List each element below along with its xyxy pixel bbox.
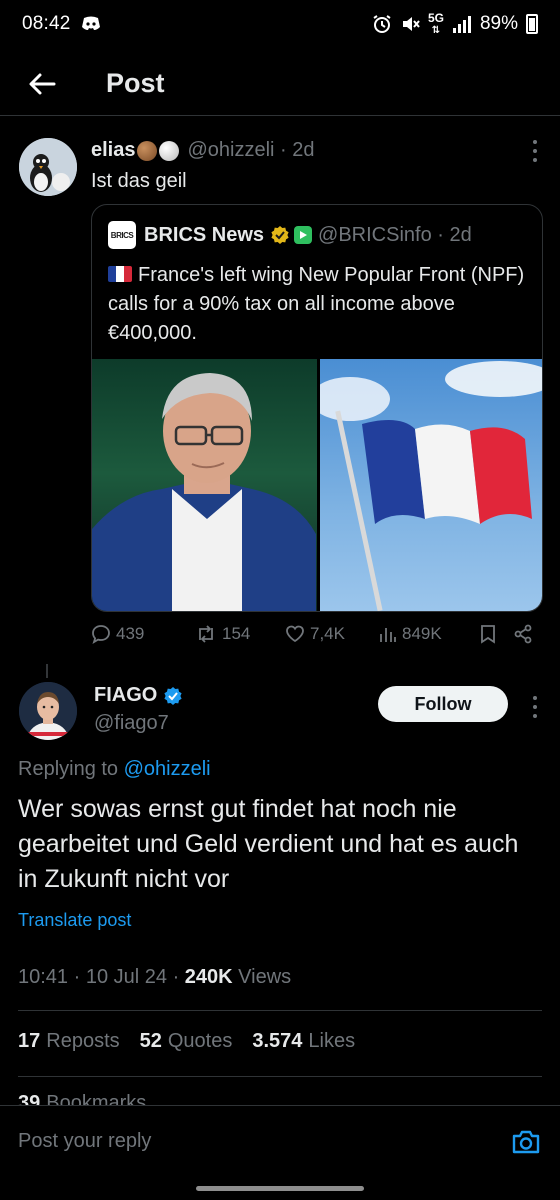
quoted-author-handle: @BRICSinfo: [318, 223, 432, 246]
thread-connector-line: [46, 664, 48, 678]
follow-button[interactable]: Follow: [378, 686, 508, 722]
top-app-bar: Post: [0, 52, 560, 116]
author-handle[interactable]: @fiago7: [94, 712, 169, 735]
divider: [18, 1076, 542, 1077]
more-options-icon[interactable]: [532, 140, 538, 162]
author-row: elias @ohizzeli · 2d: [91, 139, 315, 162]
page-title: Post: [106, 68, 165, 98]
separator-dot: ·: [73, 966, 86, 988]
back-arrow-icon[interactable]: [26, 68, 58, 100]
brics-logo-text: BRICS: [110, 230, 134, 240]
replying-to-mention[interactable]: @ohizzeli: [124, 758, 211, 780]
repost-action[interactable]: 154: [169, 624, 281, 644]
avatar[interactable]: [19, 682, 77, 740]
views-label: Views: [238, 966, 292, 988]
views-count: 849K: [402, 624, 442, 643]
engagement-stats: 17 Reposts 52 Quotes 3.574 Likes: [18, 1030, 355, 1053]
translate-post-link[interactable]: Translate post: [18, 910, 131, 931]
repost-icon: [199, 625, 213, 643]
quoted-author-name: BRICS News: [144, 223, 265, 246]
signal-icon: [452, 16, 471, 33]
heart-icon: [286, 625, 304, 643]
french-flag-photo[interactable]: [319, 359, 542, 611]
post-date: 10 Jul 24: [85, 966, 168, 988]
author-handle[interactable]: @ohizzeli: [187, 139, 274, 162]
discord-icon: [81, 16, 100, 30]
replying-to-line: Replying to @ohizzeli: [18, 758, 211, 781]
views-count: 240K: [184, 966, 233, 988]
bookmarks-stat[interactable]: 39 Bookmarks: [18, 1092, 146, 1106]
reposts-count: 17: [18, 1030, 41, 1052]
quoted-media: [92, 359, 542, 611]
white-ball-emoji: [159, 140, 180, 161]
home-indicator[interactable]: [196, 1186, 364, 1191]
share-icon[interactable]: [513, 624, 533, 644]
views-action[interactable]: 849K: [373, 624, 473, 644]
separator-dot: ·: [274, 139, 293, 161]
battery-percent: 89%: [479, 13, 518, 34]
replying-to-label: Replying to: [18, 758, 119, 780]
reply-compose-bar: Post your reply: [0, 1105, 560, 1177]
post-time: 2d: [292, 139, 315, 161]
post-meta: 10:41 · 10 Jul 24 · 240K Views: [18, 966, 291, 989]
bookmark-icon[interactable]: [479, 624, 497, 644]
verified-badge-icon: [164, 686, 182, 705]
likes-label: Likes: [308, 1030, 356, 1052]
post-actions: 439 154 7,4K 849K: [91, 624, 543, 644]
reply-text: Wer sowas ernst gut findet hat noch nie …: [18, 795, 519, 893]
alarm-icon: [373, 15, 391, 33]
like-action[interactable]: 7,4K: [281, 624, 373, 644]
gold-verified-badge-icon: [271, 226, 289, 244]
post-time: 10:41: [18, 966, 69, 988]
reply-input[interactable]: Post your reply: [18, 1130, 510, 1153]
separator-dot: ·: [172, 966, 185, 988]
author-row: FIAGO: [94, 684, 183, 707]
quotes-stat[interactable]: 52 Quotes: [140, 1030, 233, 1053]
status-bar: 08:42 5G ⇅ 89%: [0, 0, 560, 48]
quotes-count: 52: [139, 1030, 162, 1052]
likes-stat[interactable]: 3.574 Likes: [252, 1030, 355, 1053]
camera-icon[interactable]: [510, 1126, 542, 1158]
bookmarks-label: Bookmarks: [46, 1092, 147, 1106]
mute-icon: [402, 17, 420, 31]
like-count: 7,4K: [310, 624, 345, 643]
reply-count: 439: [116, 624, 145, 643]
quoted-post-text-block: France's left wing New Popular Front (NP…: [108, 261, 528, 348]
post-text: Ist das geil: [91, 170, 187, 192]
quoted-post[interactable]: BRICS BRICS News @BRICSinfo · 2d France'…: [91, 204, 543, 612]
reposts-stat[interactable]: 17 Reposts: [18, 1030, 120, 1053]
status-time: 08:42: [22, 13, 71, 34]
5g-icon: 5G ⇅: [427, 10, 444, 36]
reposts-label: Reposts: [46, 1030, 120, 1052]
battery-icon: [526, 14, 538, 34]
quoted-author-row: BRICS BRICS News @BRICSinfo · 2d: [108, 221, 472, 249]
affiliate-badge-icon: [294, 226, 313, 244]
author-name[interactable]: elias: [91, 139, 135, 162]
quoted-post-text: France's left wing New Popular Front (NP…: [108, 264, 525, 344]
avatar[interactable]: [19, 138, 77, 196]
author-name[interactable]: FIAGO: [94, 684, 157, 707]
separator-dot: ·: [431, 223, 450, 246]
france-flag-emoji: [108, 266, 132, 282]
brown-ball-emoji: [137, 140, 158, 161]
reply-action[interactable]: 439: [91, 624, 169, 644]
network-type: 5G: [427, 10, 444, 25]
likes-count: 3.574: [252, 1030, 303, 1052]
politician-photo[interactable]: [92, 359, 317, 611]
repost-count: 154: [222, 624, 251, 643]
quotes-label: Quotes: [167, 1030, 233, 1052]
divider: [18, 1010, 542, 1011]
quoted-post-time: 2d: [449, 223, 472, 246]
more-options-icon[interactable]: [532, 696, 538, 718]
brics-logo: BRICS: [108, 221, 136, 249]
bookmarks-count: 39: [18, 1092, 41, 1106]
reply-icon: [92, 625, 110, 644]
views-chart-icon: [380, 628, 396, 642]
